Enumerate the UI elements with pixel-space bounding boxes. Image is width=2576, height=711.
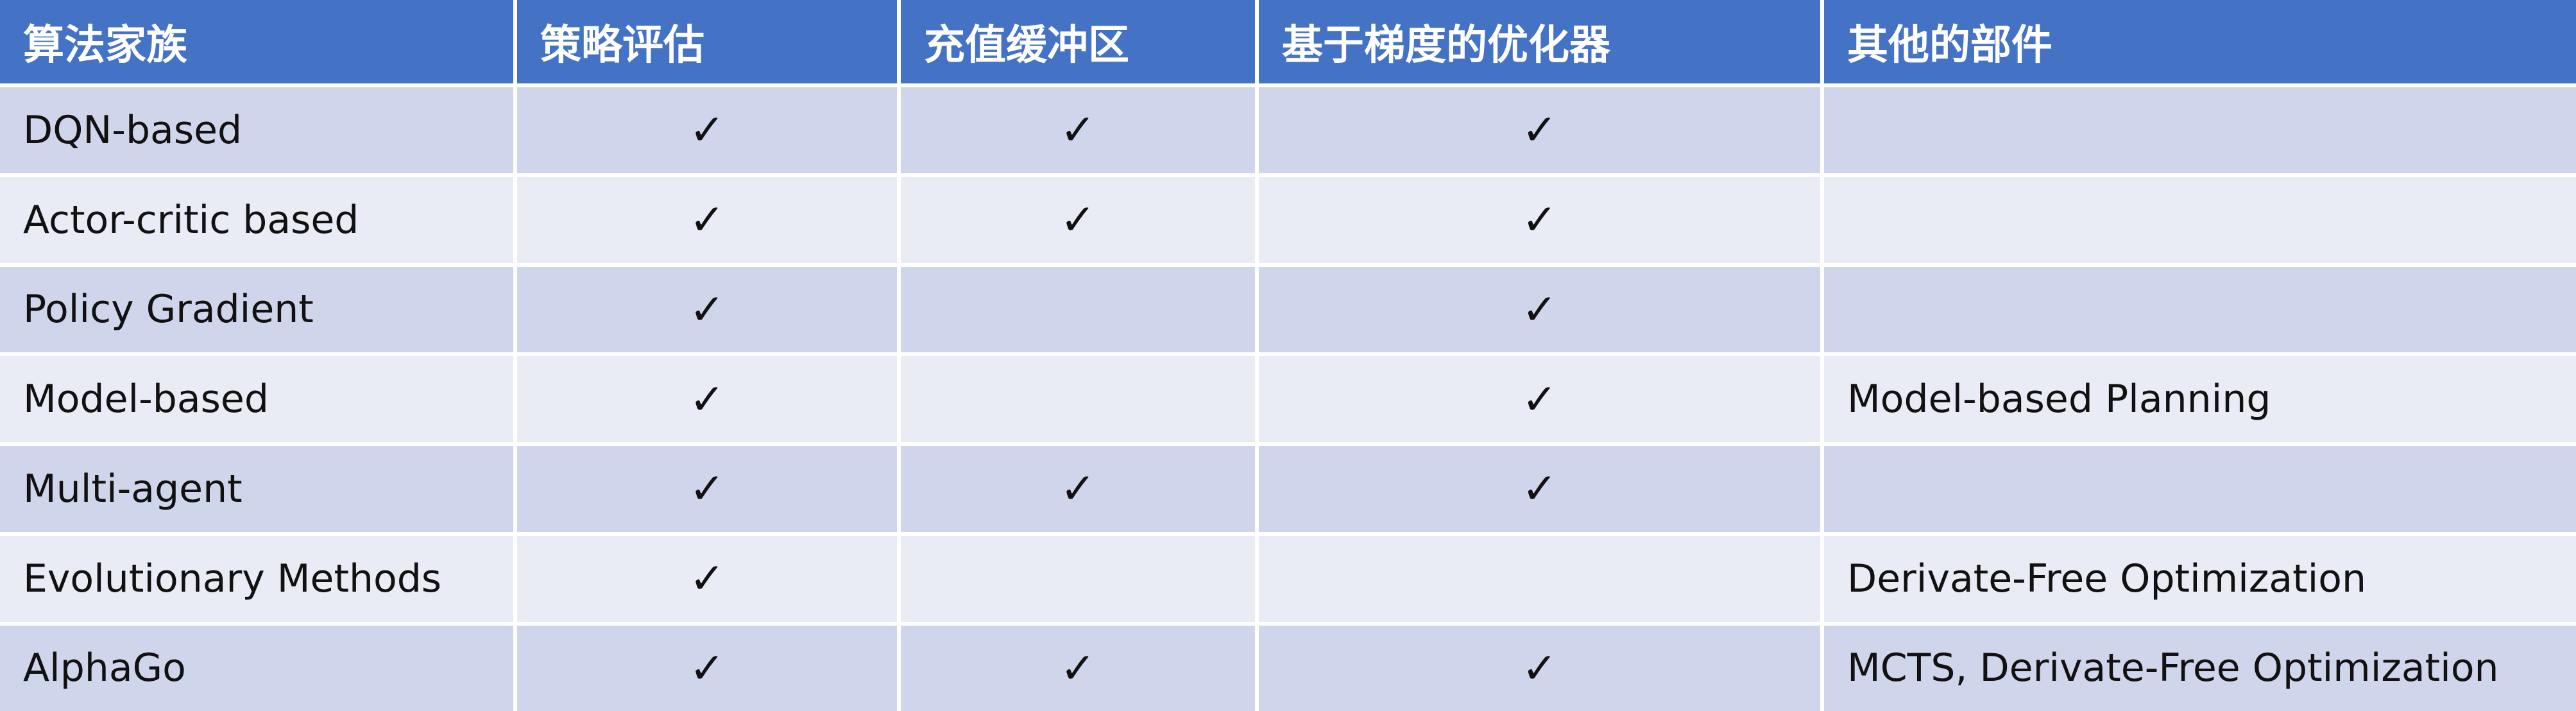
header-policy-evaluation: 策略评估 <box>517 0 901 87</box>
checkmark-icon: ✓ <box>1060 105 1096 155</box>
replay-buffer-check-cell: ✓ <box>901 176 1259 267</box>
header-other-components: 其他的部件 <box>1824 0 2576 87</box>
other-components-cell: MCTS, Derivate-Free Optimization <box>1824 625 2576 711</box>
algorithm-family-cell: Actor-critic based <box>0 176 517 267</box>
replay-buffer-check-cell: ✓ <box>901 446 1259 536</box>
algorithm-family-cell: Evolutionary Methods <box>0 535 517 626</box>
checkmark-icon: ✓ <box>1521 374 1558 424</box>
checkmark-icon: ✓ <box>1060 195 1096 245</box>
checkmark-icon: ✓ <box>1521 195 1558 245</box>
table-row: DQN-based ✓ ✓ ✓ <box>0 87 2576 177</box>
other-components-cell <box>1824 176 2576 267</box>
policy-evaluation-check-cell: ✓ <box>517 446 901 536</box>
checkmark-icon: ✓ <box>689 554 725 604</box>
gradient-optimizer-check-cell: ✓ <box>1259 87 1824 177</box>
replay-buffer-check-cell: ✓ <box>901 87 1259 177</box>
table-row: Actor-critic based ✓ ✓ ✓ <box>0 176 2576 267</box>
checkmark-icon: ✓ <box>689 284 725 334</box>
gradient-optimizer-check-cell: ✓ <box>1259 266 1824 357</box>
gradient-optimizer-check-cell <box>1259 535 1824 626</box>
policy-evaluation-check-cell: ✓ <box>517 266 901 357</box>
algorithm-family-cell: Multi-agent <box>0 446 517 536</box>
algorithm-family-cell: Policy Gradient <box>0 266 517 357</box>
checkmark-icon: ✓ <box>1060 464 1096 514</box>
checkmark-icon: ✓ <box>1521 105 1558 155</box>
replay-buffer-check-cell <box>901 266 1259 357</box>
table-row: Policy Gradient ✓ ✓ <box>0 266 2576 357</box>
checkmark-icon: ✓ <box>1521 464 1558 514</box>
algorithm-component-table: 算法家族 策略评估 充值缓冲区 基于梯度的优化器 其他的部件 DQN-based… <box>0 0 2576 711</box>
algorithm-family-cell: DQN-based <box>0 87 517 177</box>
header-algorithm-family: 算法家族 <box>0 0 517 87</box>
table-row: Multi-agent ✓ ✓ ✓ <box>0 446 2576 536</box>
other-components-cell: Model-based Planning <box>1824 356 2576 446</box>
gradient-optimizer-check-cell: ✓ <box>1259 356 1824 446</box>
other-components-cell <box>1824 266 2576 357</box>
table-row: AlphaGo ✓ ✓ ✓ MCTS, Derivate-Free Optimizati… <box>0 625 2576 711</box>
checkmark-icon: ✓ <box>1521 643 1558 693</box>
policy-evaluation-check-cell: ✓ <box>517 535 901 626</box>
policy-evaluation-check-cell: ✓ <box>517 356 901 446</box>
other-components-cell <box>1824 446 2576 536</box>
checkmark-icon: ✓ <box>689 374 725 424</box>
other-components-cell <box>1824 87 2576 177</box>
table-header: 算法家族 策略评估 充值缓冲区 基于梯度的优化器 其他的部件 <box>0 0 2576 87</box>
checkmark-icon: ✓ <box>689 105 725 155</box>
algorithm-family-cell: AlphaGo <box>0 625 517 711</box>
policy-evaluation-check-cell: ✓ <box>517 87 901 177</box>
gradient-optimizer-check-cell: ✓ <box>1259 625 1824 711</box>
algorithm-family-cell: Model-based <box>0 356 517 446</box>
table-row: Model-based ✓ ✓ Model-based Planning <box>0 356 2576 446</box>
replay-buffer-check-cell <box>901 356 1259 446</box>
other-components-cell: Derivate-Free Optimization <box>1824 535 2576 626</box>
checkmark-icon: ✓ <box>689 195 725 245</box>
policy-evaluation-check-cell: ✓ <box>517 625 901 711</box>
checkmark-icon: ✓ <box>689 643 725 693</box>
table-row: Evolutionary Methods ✓ Derivate-Free Optim… <box>0 535 2576 626</box>
checkmark-icon: ✓ <box>1521 284 1558 334</box>
policy-evaluation-check-cell: ✓ <box>517 176 901 267</box>
header-row: 算法家族 策略评估 充值缓冲区 基于梯度的优化器 其他的部件 <box>0 0 2576 87</box>
replay-buffer-check-cell: ✓ <box>901 625 1259 711</box>
table-body: DQN-based ✓ ✓ ✓ Actor-critic based ✓ ✓ ✓ Policy … <box>0 87 2576 711</box>
gradient-optimizer-check-cell: ✓ <box>1259 446 1824 536</box>
checkmark-icon: ✓ <box>689 464 725 514</box>
header-replay-buffer: 充值缓冲区 <box>901 0 1259 87</box>
gradient-optimizer-check-cell: ✓ <box>1259 176 1824 267</box>
replay-buffer-check-cell <box>901 535 1259 626</box>
checkmark-icon: ✓ <box>1060 643 1096 693</box>
header-gradient-optimizer: 基于梯度的优化器 <box>1259 0 1824 87</box>
